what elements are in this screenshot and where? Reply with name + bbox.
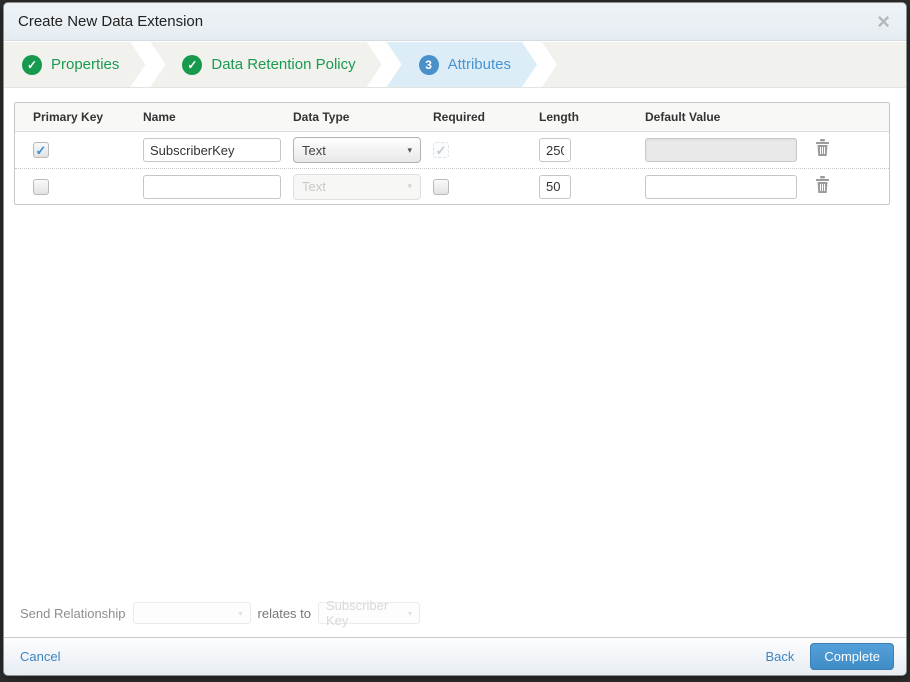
- trash-icon[interactable]: [814, 138, 831, 157]
- header-primary-key: Primary Key: [33, 110, 104, 124]
- modal-footer: Cancel Back Complete: [4, 637, 906, 675]
- close-icon[interactable]: ×: [875, 10, 892, 33]
- chevron-down-icon: ▾: [407, 181, 412, 191]
- send-relationship-label: Send Relationship: [20, 605, 126, 621]
- required-checkbox: ✓: [433, 142, 449, 158]
- data-type-select[interactable]: Text ▾: [293, 137, 421, 163]
- step-bar-filler: [542, 42, 906, 87]
- table-row: Text ▾: [15, 168, 889, 204]
- relates-to-label: relates to: [257, 605, 312, 621]
- step-complete-icon: ✓: [22, 55, 42, 75]
- primary-key-checkbox[interactable]: ✓: [33, 142, 49, 158]
- required-checkbox[interactable]: [433, 178, 449, 195]
- attributes-table-header: Primary Key Name Data Type Required Leng…: [15, 103, 889, 132]
- modal-titlebar: Create New Data Extension ×: [4, 3, 906, 41]
- step-complete-icon: ✓: [182, 55, 202, 75]
- header-length: Length: [539, 110, 579, 124]
- modal-content: Primary Key Name Data Type Required Leng…: [4, 88, 906, 637]
- checkmark-icon: ✓: [35, 142, 47, 158]
- chevron-down-icon: ▾: [407, 144, 412, 155]
- header-default-value: Default Value: [645, 110, 721, 124]
- chevron-down-icon: ▾: [238, 608, 243, 618]
- name-input[interactable]: [143, 138, 281, 162]
- back-link[interactable]: Back: [765, 649, 794, 664]
- default-value-input: [645, 138, 797, 162]
- default-value-input[interactable]: [645, 174, 797, 199]
- subscriber-key-select: Subscriber Key ▾: [318, 598, 421, 628]
- checkmark-icon: ✓: [435, 142, 447, 158]
- header-data-type: Data Type: [293, 110, 350, 124]
- wizard-steps: ✓ Properties ✓ Data Retention Policy 3 A…: [4, 41, 906, 88]
- attributes-table: Primary Key Name Data Type Required Leng…: [14, 102, 890, 205]
- step-properties[interactable]: ✓ Properties: [4, 42, 145, 87]
- data-type-value: Text: [302, 142, 326, 158]
- send-relationship-field-select: ▾: [132, 602, 251, 624]
- step-number-icon: 3: [419, 55, 439, 75]
- step-properties-label: Properties: [51, 56, 120, 73]
- complete-button[interactable]: Complete: [810, 643, 894, 670]
- chevron-down-icon: ▾: [408, 608, 413, 618]
- step-data-retention-label: Data Retention Policy: [211, 56, 356, 73]
- primary-key-checkbox[interactable]: [33, 178, 49, 195]
- cancel-link[interactable]: Cancel: [20, 649, 60, 664]
- header-name: Name: [143, 110, 176, 124]
- table-row: ✓ Text ▾ ✓: [15, 132, 889, 168]
- name-input[interactable]: [143, 174, 281, 199]
- data-type-value: Text: [302, 179, 326, 194]
- create-data-extension-modal: Create New Data Extension × ✓ Properties…: [3, 2, 907, 676]
- length-input[interactable]: [539, 138, 571, 162]
- trash-icon[interactable]: [814, 175, 831, 194]
- step-attributes[interactable]: 3 Attributes: [387, 42, 537, 87]
- modal-title: Create New Data Extension: [18, 13, 204, 30]
- step-attributes-label: Attributes: [447, 56, 511, 73]
- length-input[interactable]: [539, 174, 571, 199]
- subscriber-key-value: Subscriber Key: [326, 598, 389, 628]
- step-data-retention-policy[interactable]: ✓ Data Retention Policy: [150, 42, 381, 87]
- data-type-select: Text ▾: [293, 173, 421, 200]
- send-relationship-row: Send Relationship ▾ relates to Subscribe…: [4, 598, 906, 637]
- header-required: Required: [433, 110, 486, 124]
